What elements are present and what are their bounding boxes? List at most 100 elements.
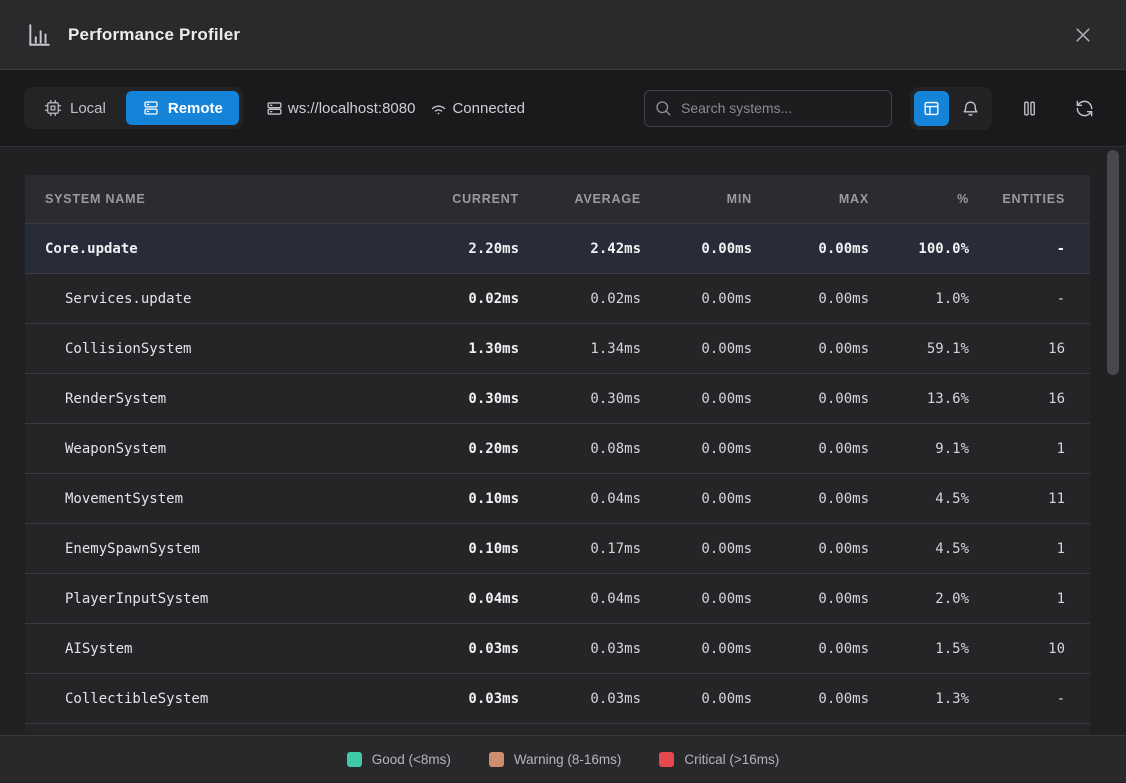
- column-header[interactable]: ENTITIES: [969, 192, 1065, 206]
- cell-entities: 1: [969, 441, 1065, 457]
- column-header[interactable]: AVERAGE: [519, 192, 641, 206]
- bar-chart-icon: [26, 22, 52, 48]
- table-row[interactable]: RenderSystem0.30ms0.30ms0.00ms0.00ms13.6…: [25, 373, 1090, 423]
- close-icon: [1073, 25, 1093, 45]
- remote-label: Remote: [168, 100, 223, 117]
- systems-table: SYSTEM NAMECURRENTAVERAGEMINMAX%ENTITIES…: [25, 175, 1090, 735]
- cell-entities: -: [969, 291, 1065, 307]
- cell-system-name: Core.update: [25, 241, 399, 257]
- column-header[interactable]: SYSTEM NAME: [25, 192, 399, 206]
- cell-system-name: CollisionSystem: [25, 341, 399, 357]
- bell-icon: [961, 99, 980, 118]
- local-mode-button[interactable]: Local: [28, 91, 122, 125]
- table-row[interactable]: Core.update2.20ms2.42ms0.00ms0.00ms100.0…: [25, 223, 1090, 273]
- table-row[interactable]: Services.update0.02ms0.02ms0.00ms0.00ms1…: [25, 273, 1090, 323]
- refresh-button[interactable]: [1067, 91, 1102, 126]
- cell-current: 0.03ms: [399, 641, 519, 657]
- column-header[interactable]: CURRENT: [399, 192, 519, 206]
- cell-percent: 100.0%: [869, 241, 969, 257]
- websocket-url: ws://localhost:8080: [288, 100, 416, 117]
- cell-average: 0.08ms: [519, 441, 641, 457]
- cell-average: 2.42ms: [519, 241, 641, 257]
- connection-info: ws://localhost:8080 Connected: [265, 99, 525, 118]
- table-row[interactable]: EnemySpawnSystem0.10ms0.17ms0.00ms0.00ms…: [25, 523, 1090, 573]
- cell-max: 0.00ms: [752, 691, 869, 707]
- cell-min: 0.00ms: [641, 391, 752, 407]
- mode-switch: Local Remote: [24, 87, 243, 129]
- cell-system-name: AISystem: [25, 641, 399, 657]
- cell-min: 0.00ms: [641, 341, 752, 357]
- close-button[interactable]: [1066, 18, 1100, 52]
- table-view-button[interactable]: [914, 91, 949, 126]
- cell-entities: 1: [969, 541, 1065, 557]
- cell-system-name: RenderSystem: [25, 391, 399, 407]
- cell-current: 0.20ms: [399, 441, 519, 457]
- cell-min: 0.00ms: [641, 691, 752, 707]
- table-row[interactable]: AISystem0.03ms0.03ms0.00ms0.00ms1.5%10: [25, 623, 1090, 673]
- table-row[interactable]: WeaponSystem0.20ms0.08ms0.00ms0.00ms9.1%…: [25, 423, 1090, 473]
- cell-percent: 59.1%: [869, 341, 969, 357]
- scrollbar-track[interactable]: [1107, 150, 1119, 735]
- cell-percent: 4.5%: [869, 541, 969, 557]
- server-stack-icon: [265, 99, 284, 118]
- table-row[interactable]: PlayerInputSystem0.04ms0.04ms0.00ms0.00m…: [25, 573, 1090, 623]
- cell-current: 0.02ms: [399, 291, 519, 307]
- cell-current: 0.03ms: [399, 691, 519, 707]
- connection-status: Connected: [452, 100, 525, 117]
- table-row[interactable]: MovementSystem0.10ms0.04ms0.00ms0.00ms4.…: [25, 473, 1090, 523]
- cell-percent: 1.5%: [869, 641, 969, 657]
- search-box: [644, 90, 892, 127]
- cell-percent: 1.3%: [869, 691, 969, 707]
- cell-entities: -: [969, 691, 1065, 707]
- cell-max: 0.00ms: [752, 291, 869, 307]
- cell-percent: 9.1%: [869, 441, 969, 457]
- table-row-partial: [25, 723, 1090, 735]
- toolbar: Local Remote ws://localhost:8080: [0, 70, 1126, 147]
- alerts-button[interactable]: [953, 91, 988, 126]
- remote-mode-button[interactable]: Remote: [126, 91, 239, 125]
- table-row[interactable]: CollisionSystem1.30ms1.34ms0.00ms0.00ms5…: [25, 323, 1090, 373]
- page-title: Performance Profiler: [68, 25, 1050, 45]
- cell-system-name: Services.update: [25, 291, 399, 307]
- table-body: Core.update2.20ms2.42ms0.00ms0.00ms100.0…: [25, 223, 1090, 723]
- cell-current: 0.10ms: [399, 541, 519, 557]
- cell-average: 1.34ms: [519, 341, 641, 357]
- scrollbar-thumb[interactable]: [1107, 150, 1119, 375]
- cell-average: 0.03ms: [519, 641, 641, 657]
- window-header: Performance Profiler: [0, 0, 1126, 70]
- refresh-icon: [1075, 99, 1094, 118]
- legend-label: Warning (8-16ms): [514, 752, 622, 767]
- cell-entities: 11: [969, 491, 1065, 507]
- column-header[interactable]: MAX: [752, 192, 869, 206]
- wifi-icon: [429, 99, 448, 118]
- cell-average: 0.04ms: [519, 591, 641, 607]
- pause-button[interactable]: [1012, 91, 1047, 126]
- table-icon: [922, 99, 941, 118]
- cell-average: 0.30ms: [519, 391, 641, 407]
- cell-system-name: EnemySpawnSystem: [25, 541, 399, 557]
- column-header[interactable]: MIN: [641, 192, 752, 206]
- cell-min: 0.00ms: [641, 541, 752, 557]
- column-header[interactable]: %: [869, 192, 969, 206]
- view-toggle-group: [910, 87, 992, 130]
- cell-entities: -: [969, 241, 1065, 257]
- cell-average: 0.17ms: [519, 541, 641, 557]
- legend-item: Good (<8ms): [347, 752, 451, 767]
- cell-min: 0.00ms: [641, 591, 752, 607]
- cell-max: 0.00ms: [752, 391, 869, 407]
- cell-entities: 1: [969, 591, 1065, 607]
- cell-min: 0.00ms: [641, 641, 752, 657]
- cpu-icon: [44, 99, 62, 117]
- cell-max: 0.00ms: [752, 491, 869, 507]
- cell-current: 1.30ms: [399, 341, 519, 357]
- table-row[interactable]: CollectibleSystem0.03ms0.03ms0.00ms0.00m…: [25, 673, 1090, 723]
- cell-max: 0.00ms: [752, 591, 869, 607]
- legend-item: Warning (8-16ms): [489, 752, 622, 767]
- cell-average: 0.03ms: [519, 691, 641, 707]
- cell-percent: 4.5%: [869, 491, 969, 507]
- cell-min: 0.00ms: [641, 441, 752, 457]
- search-input[interactable]: [644, 90, 892, 127]
- search-icon: [654, 99, 672, 117]
- cell-max: 0.00ms: [752, 241, 869, 257]
- cell-min: 0.00ms: [641, 291, 752, 307]
